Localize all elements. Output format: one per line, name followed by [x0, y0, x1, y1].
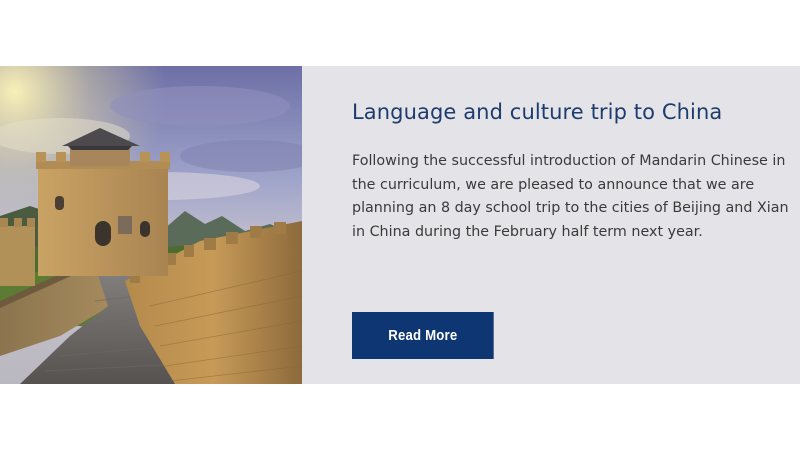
great-wall-photo — [0, 66, 302, 384]
read-more-button[interactable]: Read More — [352, 312, 494, 359]
article-content: Language and culture trip to China Follo… — [302, 66, 800, 384]
article-title: Language and culture trip to China — [352, 100, 723, 124]
article-summary: Following the successful introduction of… — [352, 153, 789, 240]
article-card: Language and culture trip to China Follo… — [0, 66, 800, 384]
